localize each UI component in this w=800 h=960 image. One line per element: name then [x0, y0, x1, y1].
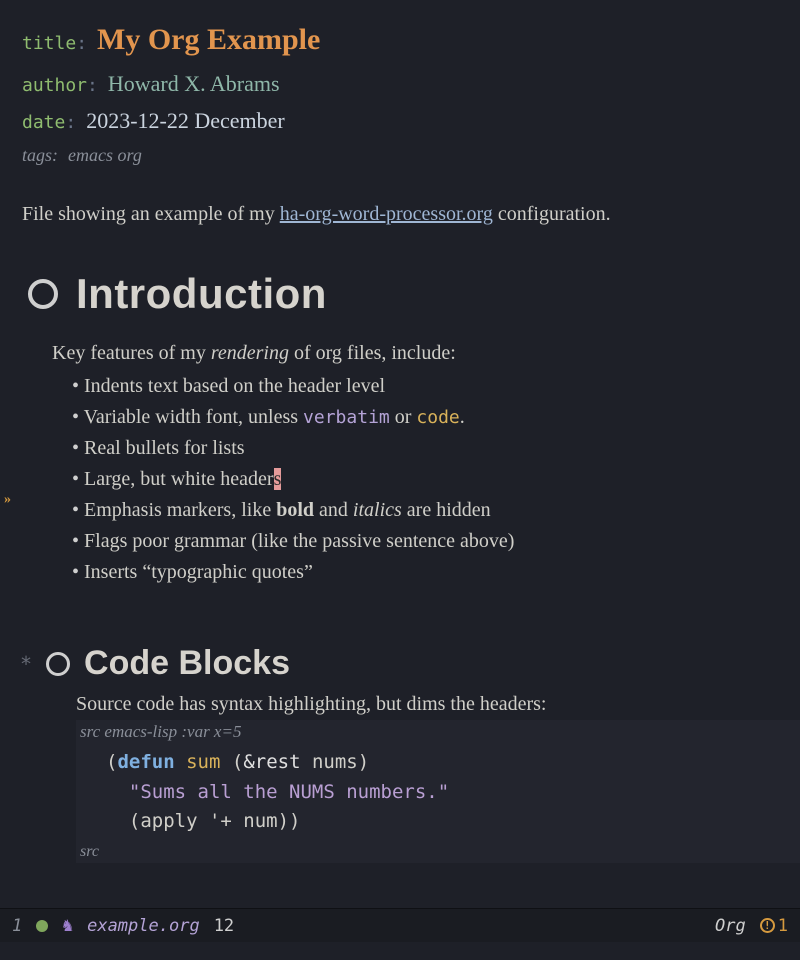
meta-key-author: author — [22, 75, 87, 96]
list-item: Variable width font, unless verbatim or … — [72, 402, 778, 433]
warning-icon: ! — [760, 918, 775, 933]
heading-bullet-icon — [46, 652, 70, 676]
verbatim-text: verbatim — [303, 407, 390, 428]
src-block-header: src emacs-lisp :var x=5 — [76, 720, 800, 744]
meta-tags-line: tags: emacs org — [22, 140, 778, 171]
intro-paragraph: File showing an example of my ha-org-wor… — [22, 200, 778, 228]
modeline-major-mode[interactable]: Org — [715, 916, 746, 936]
src-block[interactable]: (defun sum (&rest nums) "Sums all the NU… — [76, 744, 800, 840]
modeline-logo-icon: ♞ — [62, 915, 73, 936]
heading-text: Code Blocks — [84, 644, 290, 683]
doc-author: Howard X. Abrams — [108, 65, 280, 102]
modeline-status-dot-icon — [36, 920, 48, 932]
modeline-filename[interactable]: example.org — [87, 916, 200, 936]
list-item: Emphasis markers, like bold and italics … — [72, 495, 778, 526]
doc-title: My Org Example — [97, 14, 320, 65]
feature-list: Indents text based on the header level V… — [72, 371, 778, 588]
modeline-flycheck[interactable]: ! 1 — [760, 916, 788, 936]
meta-key-tags: tags: — [22, 140, 58, 171]
meta-key-date: date — [22, 112, 65, 133]
list-item: Flags poor grammar (like the passive sen… — [72, 526, 778, 557]
section-introduction-body: Key features of my rendering of org file… — [52, 342, 778, 588]
list-item: Real bullets for lists — [72, 433, 778, 464]
heading-text: Introduction — [76, 270, 327, 318]
org-star-icon: * — [20, 652, 32, 676]
section-code-blocks-body: Source code has syntax highlighting, but… — [76, 693, 778, 862]
heading-code-blocks[interactable]: * Code Blocks — [20, 644, 778, 683]
intro-lead: Key features of my rendering of org file… — [52, 342, 778, 365]
list-item: Inserts “typographic quotes” — [72, 557, 778, 588]
code-text: code — [416, 407, 459, 428]
doc-date: 2023-12-22 December — [86, 102, 285, 139]
minibuffer[interactable] — [0, 942, 800, 960]
heading-introduction[interactable]: Introduction — [28, 270, 778, 318]
modeline[interactable]: 1 ♞ example.org 12 Org ! 1 — [0, 908, 800, 942]
doc-tags: emacs org — [68, 140, 142, 171]
config-link[interactable]: ha-org-word-processor.org — [280, 203, 493, 225]
list-item: Indents text based on the header level — [72, 371, 778, 402]
meta-key-title: title — [22, 33, 76, 54]
modeline-line-number: 12 — [214, 916, 234, 936]
meta-title-line: title: My Org Example — [22, 14, 778, 65]
code-lead: Source code has syntax highlighting, but… — [76, 693, 778, 716]
warning-count: 1 — [778, 916, 788, 936]
modeline-window-number: 1 — [12, 916, 22, 936]
text-cursor: s — [274, 468, 282, 490]
heading-bullet-icon — [28, 279, 58, 309]
meta-author-line: author: Howard X. Abrams — [22, 65, 778, 102]
editor-buffer[interactable]: title: My Org Example author: Howard X. … — [0, 0, 800, 960]
meta-date-line: date: 2023-12-22 December — [22, 102, 778, 139]
src-block-footer: src — [76, 841, 800, 863]
fringe-indicator-icon: » — [4, 492, 11, 508]
list-item: Large, but white headers — [72, 464, 778, 495]
